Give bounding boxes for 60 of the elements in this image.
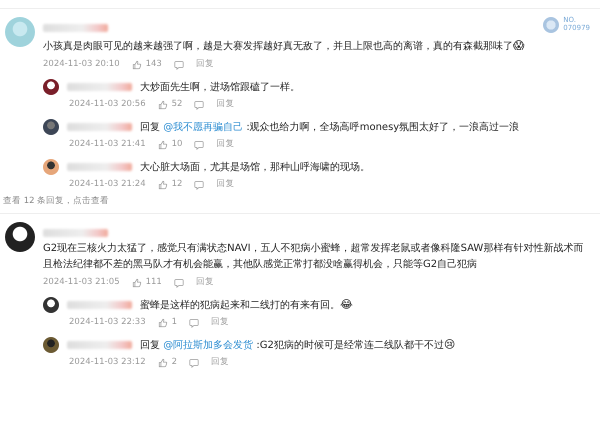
thumbs-up-icon[interactable] bbox=[158, 100, 168, 110]
badge-icon bbox=[543, 17, 560, 33]
thumbs-up-icon[interactable] bbox=[158, 358, 168, 368]
comment-date: 2024-11-03 23:12 bbox=[69, 357, 146, 368]
comment-text: 蜜蜂是这样的犯病起来和二线打的有来有回。😂 bbox=[140, 298, 353, 312]
like-count[interactable]: 12 bbox=[172, 179, 182, 190]
blurred-username bbox=[67, 123, 132, 132]
reply-link[interactable]: 回复 bbox=[196, 59, 214, 70]
comment-icon[interactable] bbox=[189, 318, 200, 328]
thumbs-up-icon[interactable] bbox=[132, 60, 142, 70]
comment-icon[interactable] bbox=[189, 358, 200, 368]
comment-icon[interactable] bbox=[194, 100, 204, 110]
comment-date: 2024-11-03 21:05 bbox=[43, 277, 120, 288]
like-count[interactable]: 143 bbox=[146, 59, 162, 70]
blurred-username bbox=[67, 341, 132, 350]
reply-link[interactable]: 回复 bbox=[196, 277, 214, 288]
thumbs-up-icon[interactable] bbox=[158, 180, 168, 190]
reply-link[interactable]: 回复 bbox=[216, 99, 234, 110]
comment-text: 大心脏大场面，尤其是场馆，那种山呼海啸的现场。 bbox=[140, 160, 370, 174]
comment-text: 回复 @阿拉斯加多会发货 :G2犯病的时候可是经常连二线队都干不过😢 bbox=[140, 338, 456, 352]
thumbs-up-icon[interactable] bbox=[158, 140, 168, 150]
like-count[interactable]: 52 bbox=[172, 99, 182, 110]
thumbs-up-icon[interactable] bbox=[158, 318, 168, 328]
like-count[interactable]: 1 bbox=[172, 317, 178, 328]
avatar-icon bbox=[43, 297, 59, 314]
comment-icon[interactable] bbox=[194, 140, 204, 150]
avatar-icon bbox=[43, 337, 59, 354]
comment-icon[interactable] bbox=[174, 60, 184, 70]
comment-date: 2024-11-03 21:41 bbox=[69, 139, 146, 150]
comment-text: G2现在三核火力太猛了，感觉只有满状态NAVI，五人不犯病小蜜蜂，超常发挥老鼠或者像科隆SAW那样有针对性新战术而且枪法纪律都不差的黑马队才有机会能赢，其他队感觉正常打都没啥赢得机会，只能等G2自己犯病 bbox=[43, 242, 584, 272]
avatar-icon bbox=[43, 159, 59, 176]
reply-link[interactable]: 回复 bbox=[211, 317, 230, 328]
view-more-replies-link[interactable]: 查看 12 条回复，点击查看 bbox=[3, 196, 590, 208]
blurred-username bbox=[67, 163, 132, 172]
comment-text: 小孩真是肉眼可见的越来越强了啊，越是大赛发挥越好真无敌了，并且上限也高的离谱，真的有森截那味了😱 bbox=[43, 38, 526, 54]
blurred-username bbox=[43, 24, 108, 32]
comment-date: 2024-11-03 20:56 bbox=[69, 99, 146, 110]
thumbs-up-icon[interactable] bbox=[132, 278, 142, 288]
comment-text: 大炒面先生啊，进场馆跟磕了一样。 bbox=[140, 80, 300, 94]
comment-text: 回复 @我不愿再骗自己 :观众也给力啊，全场高呼monesy氛围太好了，一浪高过一浪 bbox=[140, 120, 520, 134]
comment-date: 2024-11-03 21:24 bbox=[69, 179, 146, 190]
comment-date: 2024-11-03 22:33 bbox=[69, 317, 146, 328]
blurred-username bbox=[67, 83, 132, 92]
reply-link[interactable]: 回复 bbox=[216, 139, 234, 150]
like-count[interactable]: 10 bbox=[172, 139, 182, 150]
blurred-username bbox=[67, 301, 132, 310]
blurred-username bbox=[43, 229, 108, 238]
comment-icon[interactable] bbox=[174, 278, 184, 288]
reply-link[interactable]: 回复 bbox=[211, 357, 230, 368]
mention-link[interactable]: @阿拉斯加多会发货 bbox=[163, 340, 254, 352]
avatar-icon bbox=[43, 79, 59, 96]
mention-link[interactable]: @我不愿再骗自己 bbox=[163, 122, 244, 133]
comment-date: 2024-11-03 20:10 bbox=[43, 59, 120, 70]
avatar-icon bbox=[5, 17, 35, 47]
reply-link[interactable]: 回复 bbox=[216, 179, 234, 190]
comment-icon[interactable] bbox=[194, 180, 204, 190]
like-count[interactable]: 2 bbox=[172, 357, 178, 368]
avatar-icon bbox=[43, 119, 59, 136]
avatar-icon bbox=[5, 222, 35, 252]
like-count[interactable]: 111 bbox=[146, 277, 162, 288]
